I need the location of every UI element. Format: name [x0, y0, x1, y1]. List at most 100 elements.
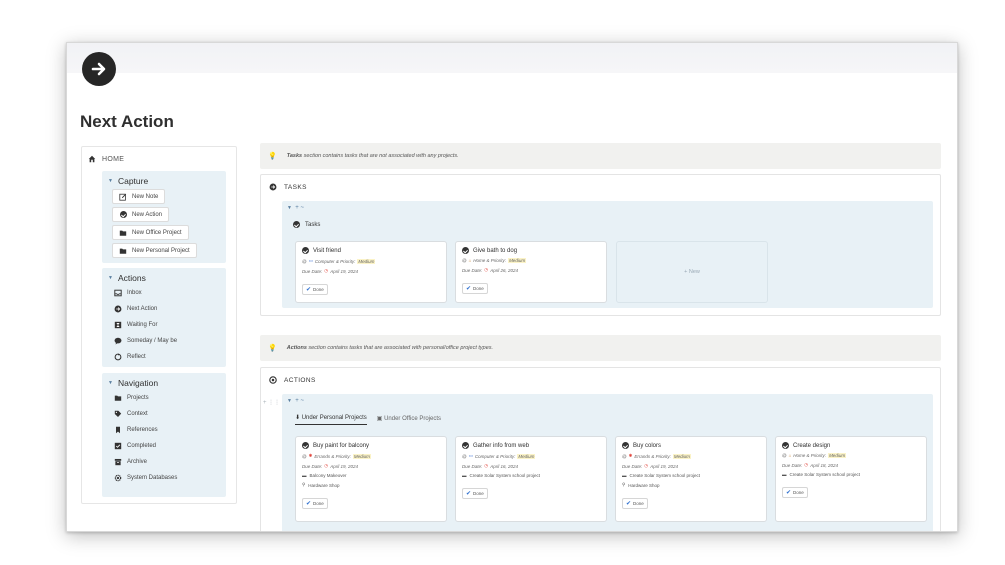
card-due: Due Date: ◷ April 16, 2024 [462, 463, 600, 469]
due-label: Due Date: [622, 463, 643, 469]
new-personal-project-button[interactable]: New Personal Project [112, 243, 197, 258]
sidebar-item-label: Archive [127, 459, 148, 465]
action-card[interactable]: Buy paint for balcony @ ✱ Errands & Priori… [295, 436, 447, 522]
location-name[interactable]: Hardware Shop [308, 483, 339, 488]
new-office-project-button[interactable]: New Office Project [112, 225, 189, 240]
capture-title: Capture [117, 176, 149, 186]
folder-icon: ▬ [782, 472, 787, 477]
task-card[interactable]: Visit friend @ ▭ Computer & Priority: Mediu… [295, 241, 447, 303]
card-title-row: Buy colors [622, 442, 760, 449]
sidebar-item-completed[interactable]: Completed [114, 438, 226, 454]
caret-down-icon: ▼ [108, 380, 113, 386]
tasks-view-tab[interactable]: Tasks [293, 221, 320, 228]
capture-toggle[interactable]: ▼ Capture [102, 171, 226, 186]
gear-icon [114, 474, 122, 482]
done-button[interactable]: ✔ Done [462, 283, 488, 294]
folder-icon [119, 247, 127, 255]
due-date: April 18, 2024 [810, 462, 838, 468]
sidebar-item-waiting-for[interactable]: Waiting For [114, 317, 226, 333]
action-card[interactable]: Gather info from web @ ▭ Computer & Priori… [455, 436, 607, 522]
actions-toolbar[interactable]: ▼ + ~ [287, 398, 304, 404]
check-icon: ✔ [466, 491, 472, 497]
tab-label: Under Office Projects [384, 415, 441, 422]
check-circle-icon [293, 221, 300, 228]
folder-icon: ▬ [622, 473, 627, 478]
tab-office-projects[interactable]: ▣ Under Office Projects [377, 415, 441, 425]
at-icon: @ [462, 258, 467, 263]
card-due: Due Date: ◷ April 19, 2024 [302, 463, 440, 469]
action-card[interactable]: Buy colors @ ✱ Errands & Priority: Medium D… [615, 436, 767, 522]
sidebar-item-reflect[interactable]: Reflect [114, 349, 226, 365]
task-card[interactable]: Give bath to dog @ ⌂ Home & Priority: Mediu… [455, 241, 607, 303]
project-name[interactable]: Balcony Makeover [310, 473, 347, 478]
check-circle-icon [462, 247, 469, 254]
lightbulb-icon: 💡 [268, 153, 277, 160]
caret-down-icon: ▼ [287, 398, 292, 404]
actions-callout: 💡 Actions section contains tasks that ar… [260, 335, 941, 361]
new-action-label: New Action [132, 211, 163, 218]
pin-icon: ⬇ [295, 415, 301, 421]
actions-panel: ACTIONS + ⋮⋮ ▼ + ~ ⬇ Under Personal Proj… [260, 367, 941, 531]
sidebar-item-label: References [127, 427, 158, 433]
card-context: Errands & Priority: [634, 453, 671, 459]
sidebar-item-archive[interactable]: Archive [114, 454, 226, 470]
circle-arrow-right-icon[interactable] [82, 52, 116, 86]
new-action-button[interactable]: New Action [112, 207, 170, 222]
done-button[interactable]: ✔ Done [302, 284, 328, 295]
sidebar-item-label: Projects [127, 395, 149, 401]
card-due: Due Date: ◷ April 19, 2024 [302, 268, 440, 274]
new-card-button[interactable]: + New [616, 241, 768, 303]
priority-badge: Medium [508, 258, 527, 263]
project-name[interactable]: Create Solar System school project [630, 473, 701, 478]
card-meta: @ ⌂ Home & Priority: Medium [782, 453, 920, 458]
card-meta: @ ▭ Computer & Priority: Medium [302, 258, 440, 264]
sidebar-item-projects[interactable]: Projects [114, 390, 226, 406]
add-view-button[interactable]: + ~ [295, 205, 304, 211]
sidebar-item-someday[interactable]: Someday / May be [114, 333, 226, 349]
location-name[interactable]: Hardware Shop [628, 483, 659, 488]
card-meta: @ ⌂ Home & Priority: Medium [462, 258, 600, 263]
tasks-toolbar[interactable]: ▼ + ~ [287, 205, 304, 211]
project-name[interactable]: Create Solar System school project [790, 472, 861, 477]
done-button[interactable]: ✔ Done [462, 488, 488, 499]
tasks-board: ▼ + ~ Tasks Visit friend @ ▭ Computer & Pr… [282, 201, 933, 308]
clock-icon: ◷ [484, 463, 489, 468]
actions-heading-row: ACTIONS [269, 376, 316, 384]
done-label: Done [473, 491, 484, 496]
due-date: April 19, 2024 [330, 463, 358, 469]
done-button[interactable]: ✔ Done [302, 498, 328, 509]
sidebar-item-inbox[interactable]: Inbox [114, 285, 226, 301]
sidebar-item-references[interactable]: References [114, 422, 226, 438]
card-context: Errands & Priority: [314, 453, 351, 459]
home-link[interactable]: HOME [88, 155, 124, 163]
sidebar-item-next-action[interactable]: Next Action [114, 301, 226, 317]
actions-toggle[interactable]: ▼ Actions [102, 268, 226, 283]
drag-handle-icon[interactable]: + ⋮⋮ [263, 399, 280, 406]
home-label: HOME [102, 155, 125, 163]
add-view-button[interactable]: + ~ [295, 398, 304, 404]
done-button[interactable]: ✔ Done [782, 487, 808, 498]
sidebar-item-label: Context [127, 411, 148, 417]
caret-down-icon: ▼ [108, 275, 113, 281]
sidebar-item-system-databases[interactable]: System Databases [114, 470, 226, 486]
page-title: Next Action [80, 112, 174, 131]
due-date: April 19, 2024 [650, 463, 678, 469]
computer-icon: ▭ [468, 453, 473, 458]
new-note-button[interactable]: New Note [112, 189, 166, 204]
lightbulb-icon: 💡 [268, 345, 277, 352]
card-title-row: Buy paint for balcony [302, 442, 440, 449]
sidebar-item-label: Next Action [127, 306, 158, 312]
project-name[interactable]: Create Solar System school project [470, 473, 541, 478]
archive-icon [114, 458, 122, 466]
at-icon: @ [302, 453, 307, 459]
inbox-icon [114, 289, 122, 297]
action-card[interactable]: Create design @ ⌂ Home & Priority: Medium D… [775, 436, 927, 522]
navigation-toggle[interactable]: ▼ Navigation [102, 373, 226, 388]
sidebar-item-context[interactable]: Context [114, 406, 226, 422]
tab-personal-projects[interactable]: ⬇ Under Personal Projects [295, 414, 367, 425]
card-context: Home & Priority: [793, 453, 827, 458]
done-button[interactable]: ✔ Done [622, 498, 648, 509]
due-label: Due Date: [302, 463, 323, 469]
sidebar-item-label: System Databases [127, 475, 178, 481]
due-label: Due Date: [782, 462, 803, 468]
